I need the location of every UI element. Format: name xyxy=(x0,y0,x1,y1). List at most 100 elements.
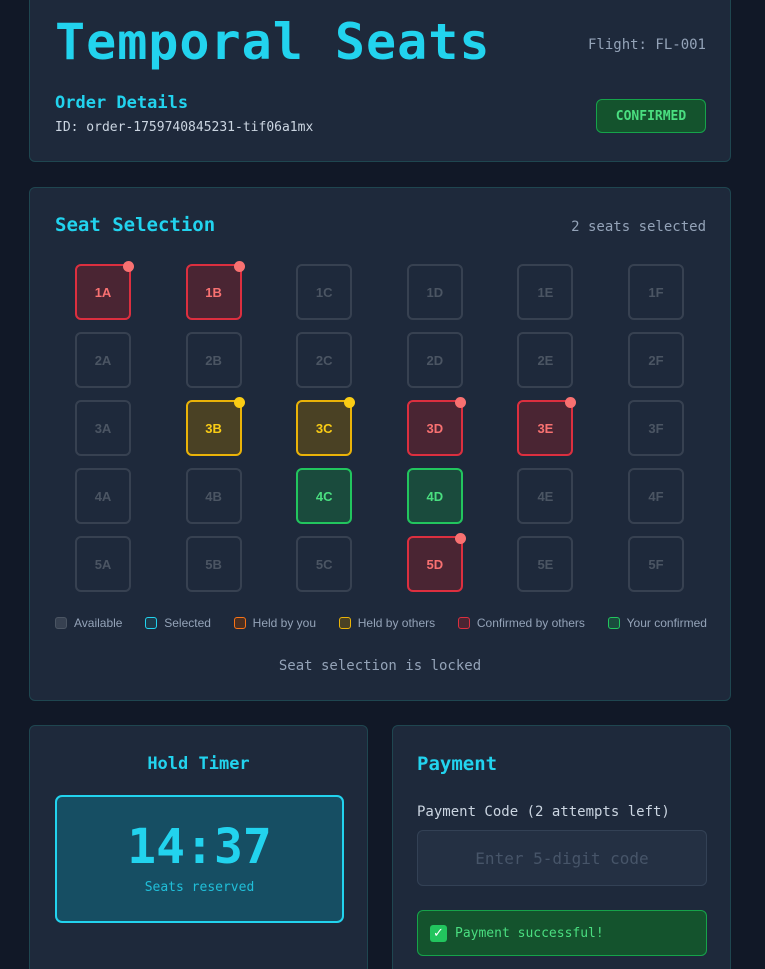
seat-label: 3F xyxy=(648,420,664,436)
seat-label: 4E xyxy=(537,488,554,504)
seat-2f[interactable]: 2F xyxy=(628,332,684,388)
legend-label: Held by you xyxy=(252,616,317,630)
legend-swatch xyxy=(55,617,67,629)
seat-5e[interactable]: 5E xyxy=(517,536,574,592)
seat-4b[interactable]: 4B xyxy=(185,468,242,524)
seat-4e[interactable]: 4E xyxy=(517,468,574,524)
legend-item: Held by you xyxy=(233,616,317,630)
payment-success-message: ✓ Payment successful! xyxy=(417,910,707,956)
seat-4a[interactable]: 4A xyxy=(75,468,131,524)
app-page: Temporal Seats Flight: FL-001 Order Deta… xyxy=(0,0,765,969)
seat-grid: 1A 1B 1C 1D 1E 1F 2A 2B 2C 2D 2E 2F 3A 3B 3C 3D 3E 3F 4A 4B… xyxy=(75,261,685,594)
seat-label: 4D xyxy=(426,488,444,504)
seat-label: 2A xyxy=(94,352,112,368)
seat-3b[interactable]: 3B xyxy=(185,397,245,456)
seat-locked-message: Seat selection is locked xyxy=(278,658,482,674)
seat-1c[interactable]: 1C xyxy=(296,264,353,320)
legend-item: Selected xyxy=(145,616,211,630)
seat-3c[interactable]: 3C xyxy=(296,397,356,456)
status-badge: CONFIRMED xyxy=(596,99,706,133)
seat-label: 2D xyxy=(426,352,444,368)
seat-selection-card: Seat Selection 2 seats selected 1A 1B 1C 1D… xyxy=(29,187,731,701)
payment-success-text: Payment successful! xyxy=(455,925,604,941)
seat-label: 1C xyxy=(315,284,333,300)
seat-5c[interactable]: 5C xyxy=(296,536,353,592)
seat-label: 1A xyxy=(94,284,112,300)
legend-item: Confirmed by others xyxy=(457,616,585,630)
legend-swatch xyxy=(338,617,351,629)
seat-selection-heading: Seat Selection xyxy=(55,214,216,236)
seat-label: 4A xyxy=(94,488,112,504)
seat-2a[interactable]: 2A xyxy=(75,332,131,388)
selected-seat-count: 2 seats selected xyxy=(571,219,706,235)
seat-1d[interactable]: 1D xyxy=(406,264,463,320)
seat-label: 5F xyxy=(648,556,664,572)
timer-subtitle: Seats reserved xyxy=(144,880,255,895)
seat-status-dot-icon xyxy=(233,261,245,272)
seat-status-dot-icon xyxy=(233,397,245,408)
seat-label: 2E xyxy=(537,352,554,368)
payment-card: Payment Payment Code (2 attempts left) ✓… xyxy=(392,725,731,969)
seat-label: 1D xyxy=(426,284,444,300)
legend-item: Available xyxy=(55,616,122,630)
seat-5a[interactable]: 5A xyxy=(75,536,131,592)
seat-label: 3D xyxy=(426,420,444,436)
seat-2e[interactable]: 2E xyxy=(517,332,574,388)
legend-label: Selected xyxy=(164,616,211,630)
seat-label: 3A xyxy=(94,420,112,436)
seat-label: 5D xyxy=(426,556,444,572)
legend-label: Held by others xyxy=(357,616,436,630)
seat-label: 3C xyxy=(315,420,333,436)
payment-code-input[interactable] xyxy=(417,830,707,886)
seat-5f[interactable]: 5F xyxy=(628,536,684,592)
seat-status-dot-icon xyxy=(454,533,466,544)
seat-label: 2C xyxy=(315,352,333,368)
seat-label: 2F xyxy=(648,352,664,368)
hold-timer-heading: Hold Timer xyxy=(147,754,250,774)
seat-status-dot-icon xyxy=(123,261,134,272)
seat-4d[interactable]: 4D xyxy=(406,468,463,524)
seat-label: 4B xyxy=(205,488,222,504)
seat-1f[interactable]: 1F xyxy=(628,264,684,320)
legend-label: Confirmed by others xyxy=(476,616,585,630)
seat-2c[interactable]: 2C xyxy=(296,332,353,388)
seat-4c[interactable]: 4C xyxy=(296,468,353,524)
payment-heading: Payment xyxy=(417,753,498,775)
timer-value: 14:37 xyxy=(127,819,272,875)
seat-4f[interactable]: 4F xyxy=(628,468,684,524)
seat-5b[interactable]: 5B xyxy=(185,536,242,592)
seat-1b[interactable]: 1B xyxy=(185,261,245,320)
seat-label: 4C xyxy=(315,488,333,504)
seat-status-dot-icon xyxy=(565,397,577,408)
seat-3f[interactable]: 3F xyxy=(628,400,684,456)
order-details-heading: Order Details xyxy=(55,93,189,113)
seat-label: 5B xyxy=(205,556,222,572)
payment-code-label: Payment Code (2 attempts left) xyxy=(417,804,670,820)
seat-status-dot-icon xyxy=(344,397,356,408)
check-mark-icon: ✓ xyxy=(430,924,447,942)
seat-3a[interactable]: 3A xyxy=(75,400,131,456)
seat-3e[interactable]: 3E xyxy=(517,397,577,456)
order-id: ID: order-1759740845231-tif06a1mx xyxy=(55,120,314,135)
seat-label: 1E xyxy=(537,284,554,300)
legend-item: Your confirmed xyxy=(607,616,707,630)
seat-2d[interactable]: 2D xyxy=(406,332,463,388)
seat-label: 5E xyxy=(537,556,554,572)
legend-swatch xyxy=(233,617,246,629)
seat-1e[interactable]: 1E xyxy=(517,264,574,320)
hold-timer-card: Hold Timer 14:37 Seats reserved xyxy=(29,725,368,969)
seat-label: 2B xyxy=(205,352,222,368)
seat-3d[interactable]: 3D xyxy=(406,397,466,456)
seat-2b[interactable]: 2B xyxy=(185,332,242,388)
app-title: Temporal Seats xyxy=(55,13,491,71)
seat-1a[interactable]: 1A xyxy=(75,261,134,320)
seat-label: 5C xyxy=(315,556,333,572)
timer-display: 14:37 Seats reserved xyxy=(55,795,344,923)
seat-label: 1B xyxy=(205,284,222,300)
seat-label: 4F xyxy=(648,488,664,504)
seat-5d[interactable]: 5D xyxy=(406,533,466,592)
legend-swatch xyxy=(457,617,470,629)
seat-label: 1F xyxy=(648,284,664,300)
seat-label: 3B xyxy=(205,420,222,436)
flight-number: Flight: FL-001 xyxy=(587,37,706,53)
